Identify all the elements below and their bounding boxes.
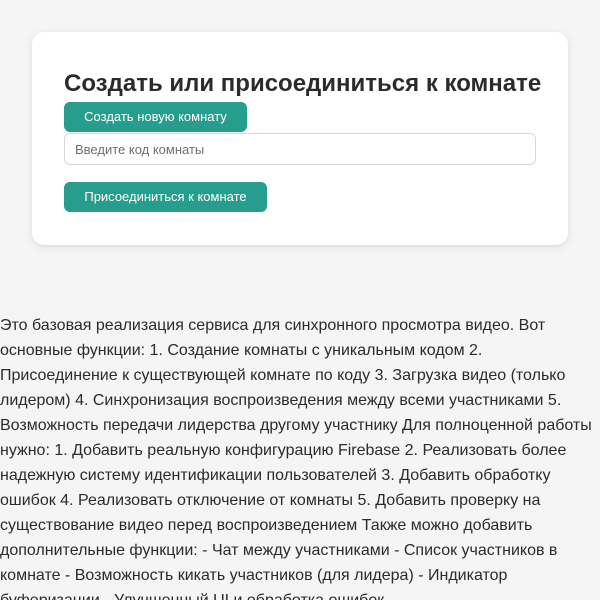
join-room-button[interactable]: Присоединиться к комнате <box>64 182 267 212</box>
room-card: Создать или присоединиться к комнате Соз… <box>32 32 568 245</box>
page: Создать или присоединиться к комнате Соз… <box>0 0 600 600</box>
room-code-input[interactable] <box>64 133 536 165</box>
create-room-button[interactable]: Создать новую комнату <box>64 102 247 132</box>
description-text: Это базовая реализация сервиса для синхр… <box>0 317 592 600</box>
room-panel-title: Создать или присоединиться к комнате <box>64 70 542 97</box>
